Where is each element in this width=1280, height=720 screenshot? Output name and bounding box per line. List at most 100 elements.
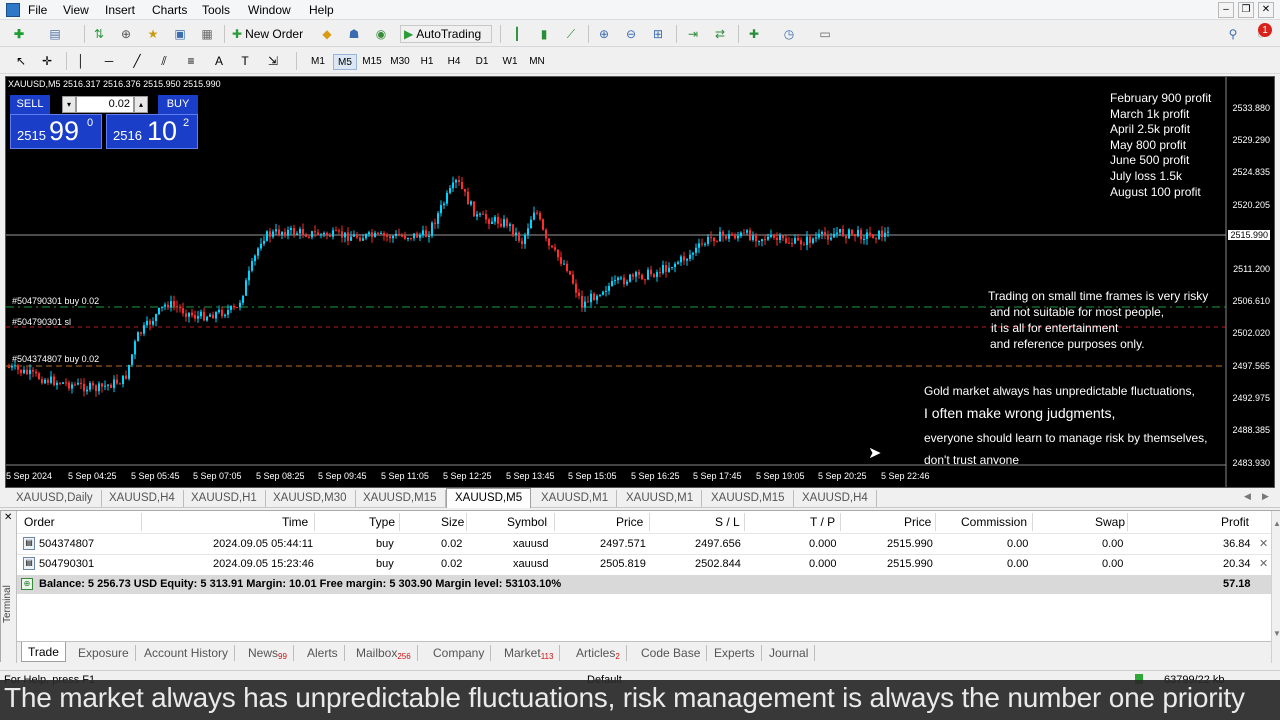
tab-mailbox[interactable]: Mailbox256 — [350, 645, 418, 661]
volume-input[interactable]: 0.02 — [76, 96, 134, 113]
text-label-icon[interactable]: T — [236, 52, 254, 70]
tab-market[interactable]: Market113 — [498, 645, 561, 661]
tile-windows-icon[interactable]: ⊞ — [649, 25, 667, 43]
notification-badge[interactable]: 1 — [1258, 23, 1272, 37]
tab-experts[interactable]: Experts — [708, 645, 762, 661]
minimize-icon[interactable]: – — [1218, 2, 1234, 18]
col-tp[interactable]: T / P — [810, 515, 835, 529]
timeframe-mn[interactable]: MN — [525, 54, 549, 70]
trendline-icon[interactable]: ╱ — [128, 52, 146, 70]
menu-insert[interactable]: Insert — [105, 3, 135, 17]
col-commission[interactable]: Commission — [961, 515, 1027, 529]
terminal-icon[interactable]: ▣ — [171, 25, 189, 43]
chart-tab-xauusd-h4[interactable]: XAUUSD,H4 — [101, 490, 184, 507]
close-order-icon[interactable]: ✕ — [1259, 557, 1268, 570]
col-size[interactable]: Size — [441, 515, 464, 529]
chart-tab-xauusd-m5[interactable]: XAUUSD,M5 — [446, 488, 532, 508]
periods-icon[interactable]: ◷ — [780, 25, 798, 43]
market-watch-icon[interactable]: ⇅ — [90, 25, 108, 43]
market-icon[interactable]: ☗ — [345, 25, 363, 43]
text-icon[interactable]: A — [210, 52, 228, 70]
volume-up-icon[interactable]: ▴ — [134, 96, 148, 113]
tab-company[interactable]: Company — [427, 645, 492, 661]
metaeditor-icon[interactable]: ◉ — [372, 25, 390, 43]
new-order-button[interactable]: ✚ New Order — [232, 25, 312, 43]
tab-journal[interactable]: Journal — [763, 645, 816, 661]
col-order[interactable]: Order — [24, 515, 55, 529]
tabs-scroll-left-icon[interactable]: ◀ — [1244, 491, 1251, 502]
tab-code-base[interactable]: Code Base — [635, 645, 708, 661]
scroll-down-icon[interactable]: ▼ — [1273, 629, 1280, 638]
chart-tab-xauusd-m30[interactable]: XAUUSD,M30 — [265, 490, 356, 507]
autotrading-button[interactable]: ▶ AutoTrading — [400, 25, 492, 43]
tab-articles[interactable]: Articles2 — [570, 645, 627, 661]
timeframe-m15[interactable]: M15 — [360, 54, 384, 70]
timeframe-w1[interactable]: W1 — [498, 54, 522, 70]
arrows-icon[interactable]: ⇲ — [264, 52, 282, 70]
signals-icon[interactable]: ◆ — [318, 25, 336, 43]
chart-shift-icon[interactable]: ⇥ — [684, 25, 702, 43]
channel-icon[interactable]: ⫽ — [155, 52, 173, 70]
table-row[interactable]: ▤ 504790301 2024.09.05 15:23:46 buy 0.02… — [17, 555, 1271, 574]
timeframe-h4[interactable]: H4 — [442, 54, 466, 70]
tabs-scroll-right-icon[interactable]: ▶ — [1262, 491, 1269, 502]
chart-tab-xauusd-h4-2[interactable]: XAUUSD,H4 — [794, 490, 877, 507]
vertical-line-icon[interactable]: │ — [72, 52, 90, 70]
sell-price[interactable]: 2515 99 0 — [10, 114, 102, 149]
timeframe-d1[interactable]: D1 — [470, 54, 494, 70]
chart-tab-xauusd-m1[interactable]: XAUUSD,M1 — [533, 490, 618, 507]
menu-window[interactable]: Window — [248, 3, 291, 17]
templates-icon[interactable]: ▭ — [816, 25, 834, 43]
terminal-scrollbar[interactable]: ▲ ▼ — [1271, 511, 1280, 663]
col-current-price[interactable]: Price — [904, 515, 931, 529]
close-icon[interactable]: ✕ — [1258, 2, 1274, 18]
chart-tab-xauusd-m15[interactable]: XAUUSD,M15 — [355, 490, 446, 507]
tab-exposure[interactable]: Exposure — [72, 645, 136, 661]
indicators-icon[interactable]: ✚ — [745, 25, 763, 43]
tester-icon[interactable]: ▦ — [198, 25, 216, 43]
timeframe-m5[interactable]: M5 — [333, 54, 357, 70]
zoom-in-icon[interactable]: ⊕ — [595, 25, 613, 43]
col-type[interactable]: Type — [369, 515, 395, 529]
menu-help[interactable]: Help — [309, 3, 334, 17]
table-row[interactable]: ▤ 504374807 2024.09.05 05:44:11 buy 0.02… — [17, 535, 1271, 554]
buy-button[interactable]: BUY — [158, 95, 198, 114]
tab-trade[interactable]: Trade — [21, 642, 66, 662]
horizontal-line-icon[interactable]: ─ — [100, 52, 118, 70]
navigator-icon[interactable]: ★ — [144, 25, 162, 43]
sell-button[interactable]: SELL — [10, 95, 50, 114]
chart-tab-xauusd-m15-2[interactable]: XAUUSD,M15 — [703, 490, 794, 507]
col-profit[interactable]: Profit — [1221, 515, 1249, 529]
scroll-up-icon[interactable]: ▲ — [1273, 519, 1280, 528]
tab-news[interactable]: News99 — [242, 645, 294, 661]
bar-chart-icon[interactable]: ┃ — [508, 25, 526, 43]
chart-tab-xauusd-daily[interactable]: XAUUSD,Daily — [8, 490, 102, 507]
menu-file[interactable]: File — [28, 3, 47, 17]
cursor-icon[interactable]: ↖ — [12, 52, 30, 70]
tab-account-history[interactable]: Account History — [138, 645, 236, 661]
col-price[interactable]: Price — [616, 515, 643, 529]
tab-alerts[interactable]: Alerts — [301, 645, 345, 661]
col-time[interactable]: Time — [282, 515, 308, 529]
restore-icon[interactable]: ❐ — [1238, 2, 1254, 18]
col-symbol[interactable]: Symbol — [507, 515, 547, 529]
search-icon[interactable]: ⚲ — [1224, 25, 1242, 43]
autoscroll-icon[interactable]: ⇄ — [711, 25, 729, 43]
chart-tab-xauusd-h1[interactable]: XAUUSD,H1 — [183, 490, 266, 507]
menu-charts[interactable]: Charts — [152, 3, 187, 17]
line-chart-icon[interactable]: ⟋ — [562, 25, 580, 43]
timeframe-m1[interactable]: M1 — [306, 54, 330, 70]
timeframe-m30[interactable]: M30 — [388, 54, 412, 70]
fibonacci-icon[interactable]: ≡ — [182, 52, 200, 70]
menu-view[interactable]: View — [63, 3, 89, 17]
volume-down-icon[interactable]: ▾ — [62, 96, 76, 113]
terminal-close-icon[interactable]: ✕ — [4, 512, 12, 523]
menu-tools[interactable]: Tools — [202, 3, 230, 17]
col-swap[interactable]: Swap — [1095, 515, 1125, 529]
zoom-out-icon[interactable]: ⊖ — [622, 25, 640, 43]
data-window-icon[interactable]: ⊕ — [117, 25, 135, 43]
col-sl[interactable]: S / L — [715, 515, 740, 529]
timeframe-h1[interactable]: H1 — [415, 54, 439, 70]
price-chart[interactable]: XAUUSD,M5 2516.317 2516.376 2515.950 251… — [5, 76, 1275, 488]
crosshair-icon[interactable]: ✛ — [38, 52, 56, 70]
